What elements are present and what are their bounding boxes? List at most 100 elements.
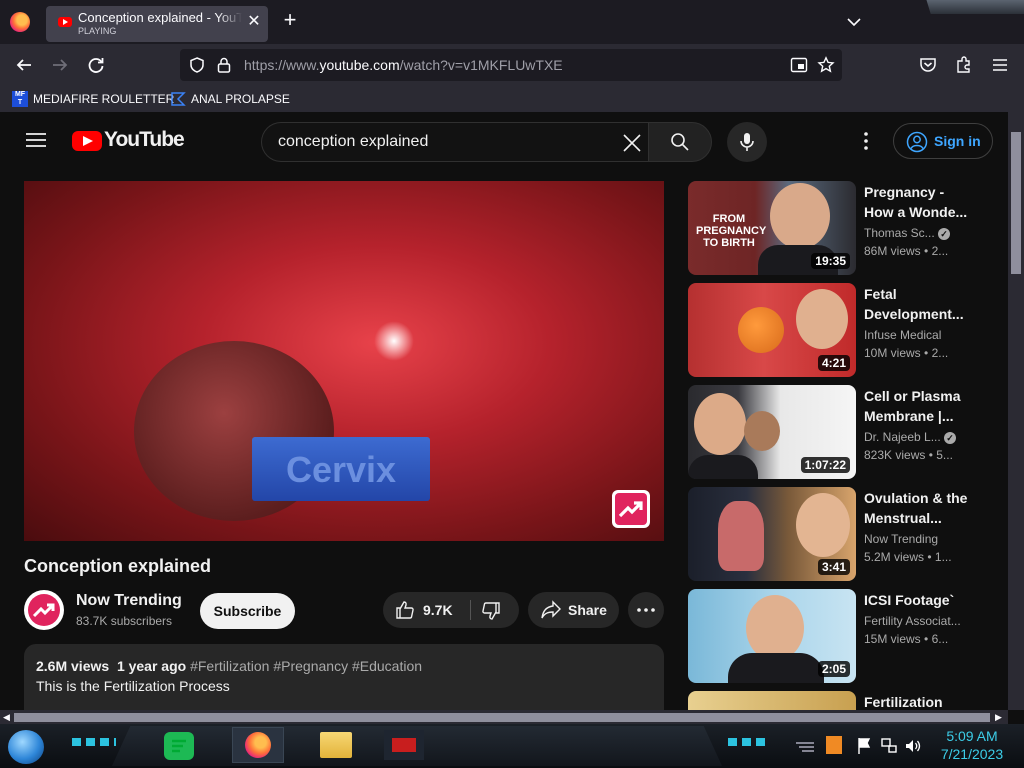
subscribe-button[interactable]: Subscribe — [200, 593, 295, 629]
like-dislike-group: 9.7K — [383, 592, 519, 628]
channel-name[interactable]: Now Trending — [76, 592, 182, 610]
account-circle-icon — [906, 131, 928, 153]
bookmark-anal-prolapse[interactable]: ANAL PROLAPSE — [170, 91, 290, 107]
recommendation-title[interactable]: Fetal Development... — [864, 284, 968, 324]
lock-icon[interactable] — [216, 56, 232, 74]
video-player[interactable]: Cervix — [24, 181, 664, 541]
bookmark-mediafire[interactable]: MF T MEDIAFIRE ROULETTER — [12, 91, 174, 107]
horizontal-scroll-thumb[interactable] — [14, 713, 990, 722]
settings-more-vertical-icon[interactable] — [856, 131, 876, 151]
recommendation-thumbnail[interactable]: 2:05 — [688, 589, 856, 683]
description-meta: 2.6M views 1 year ago #Fertilization #Pr… — [36, 658, 422, 674]
voice-search-button[interactable] — [727, 122, 767, 162]
browser-tab-active[interactable]: Conception explained - YouTube PLAYING ✕ — [46, 6, 268, 42]
recommendation-stats: 823K views • 5... — [864, 448, 953, 462]
action-center-flag-icon[interactable] — [856, 737, 872, 755]
recommendation-thumbnail[interactable]: 1:07:22 — [688, 385, 856, 479]
network-icon[interactable] — [880, 737, 898, 755]
youtube-logo-icon[interactable] — [72, 131, 102, 151]
tab-title: Conception explained - YouTube — [78, 10, 242, 25]
subscriber-count: 83.7K subscribers — [76, 614, 173, 628]
taskbar-firefox-button[interactable] — [232, 727, 284, 763]
pocket-icon[interactable] — [918, 55, 938, 75]
file-explorer-icon[interactable] — [320, 732, 352, 758]
recommendation-channel[interactable]: Thomas Sc... ✓ — [864, 224, 968, 242]
video-title: Conception explained — [24, 556, 212, 576]
recommendation-title[interactable]: Fertilization — [864, 692, 968, 710]
channel-watermark-icon[interactable] — [612, 490, 650, 528]
like-count: 9.7K — [423, 602, 453, 618]
share-button[interactable]: Share — [528, 592, 619, 628]
bookmarks-toolbar: MF T MEDIAFIRE ROULETTER ANAL PROLAPSE — [0, 86, 1024, 112]
recommendation-thumbnail[interactable]: 4:21 — [688, 283, 856, 377]
taskbar-decoration — [72, 738, 116, 746]
verified-check-icon: ✓ — [944, 432, 957, 444]
microphone-icon — [740, 133, 754, 151]
tab-list-chevron-down-icon[interactable] — [844, 12, 864, 32]
new-tab-button[interactable]: + — [280, 9, 300, 31]
start-orb-icon[interactable] — [8, 730, 44, 764]
picture-in-picture-icon[interactable] — [790, 57, 808, 73]
sign-in-button[interactable]: Sign in — [893, 123, 993, 159]
more-actions-button[interactable] — [628, 592, 664, 628]
bookmark-icon — [171, 92, 186, 106]
address-bar[interactable]: https://www.youtube.com/watch?v=v1MKFLUw… — [180, 49, 842, 81]
hashtags[interactable]: #Fertilization #Pregnancy #Education — [190, 658, 422, 674]
hamburger-menu-icon[interactable] — [990, 55, 1010, 75]
firefox-icon — [245, 732, 271, 758]
shield-icon[interactable] — [188, 56, 206, 74]
show-hidden-icons-icon[interactable] — [794, 740, 816, 754]
view-count: 2.6M views — [36, 658, 110, 674]
basketball-image — [738, 307, 784, 353]
recommendation-title[interactable]: Cell or Plasma Membrane |... — [864, 386, 968, 426]
bookmark-star-icon[interactable] — [817, 56, 835, 74]
browser-nav-bar: https://www.youtube.com/watch?v=v1MKFLUw… — [0, 44, 1024, 86]
tray-app-icon[interactable] — [826, 736, 842, 754]
recommendation-channel[interactable]: Infuse Medical — [864, 326, 968, 344]
vertical-scroll-thumb[interactable] — [1008, 132, 1024, 274]
guide-menu-icon[interactable] — [26, 132, 46, 148]
youtube-page: YouTube conception explained Sign in Cer… — [0, 112, 1008, 710]
search-icon — [671, 133, 689, 151]
scroll-right-arrow-icon[interactable]: ▶ — [995, 712, 1002, 723]
tab-close-icon[interactable]: ✕ — [246, 14, 262, 30]
firefox-menu-icon[interactable] — [10, 12, 30, 32]
recommendation-title[interactable]: ICSI Footage` — [864, 590, 968, 610]
recommendation-thumbnail[interactable]: FROM PREGNANCY TO BIRTH 19:35 — [688, 181, 856, 275]
channel-avatar[interactable] — [24, 590, 64, 630]
recommendation-title[interactable]: Pregnancy - How a Wonde... — [864, 182, 968, 222]
taskbar-clock[interactable]: 5:09 AM 7/21/2023 — [930, 727, 1014, 763]
extensions-icon[interactable] — [954, 55, 974, 75]
description-box[interactable]: 2.6M views 1 year ago #Fertilization #Pr… — [24, 644, 664, 710]
like-button[interactable]: 9.7K — [383, 592, 470, 628]
thumbs-down-icon — [482, 602, 500, 620]
recommendation-channel[interactable]: Dr. Najeeb L... ✓ — [864, 428, 968, 446]
thumbnail-text: FROM PREGNANCY TO BIRTH — [696, 213, 767, 249]
search-input[interactable]: conception explained — [261, 122, 649, 162]
recommendation-channel[interactable]: Now Trending — [864, 530, 968, 548]
taskbar-app-notes-icon[interactable] — [164, 732, 194, 760]
clock-time: 5:09 AM — [946, 728, 998, 744]
taskbar — [0, 724, 1024, 768]
window-decoration — [926, 0, 1024, 14]
back-arrow-icon[interactable] — [13, 54, 35, 76]
forward-arrow-icon[interactable] — [49, 54, 71, 76]
search-button[interactable] — [648, 122, 712, 162]
dislike-button[interactable] — [471, 592, 519, 628]
recommendation-channel[interactable]: Fertility Associat... — [864, 612, 968, 630]
recommendation-stats: 86M views • 2... — [864, 244, 949, 258]
thumbs-up-icon — [396, 601, 414, 619]
youtube-logo-text[interactable]: YouTube — [104, 128, 185, 152]
taskbar-app-media-icon[interactable] — [384, 730, 424, 760]
volume-icon[interactable] — [904, 737, 922, 755]
clear-search-icon[interactable] — [622, 133, 642, 153]
uterus-image — [718, 501, 764, 571]
url-text[interactable]: https://www.youtube.com/watch?v=v1MKFLUw… — [244, 57, 563, 73]
reload-icon[interactable] — [85, 54, 107, 76]
recommendation-stats: 5.2M views • 1... — [864, 550, 952, 564]
recommendation-thumbnail[interactable] — [688, 691, 856, 710]
scroll-left-arrow-icon[interactable]: ◀ — [3, 712, 10, 723]
recommendation-title[interactable]: Ovulation & the Menstrual... — [864, 488, 968, 528]
recommendation-thumbnail[interactable]: 3:41 — [688, 487, 856, 581]
description-text: This is the Fertilization Process — [36, 678, 230, 694]
